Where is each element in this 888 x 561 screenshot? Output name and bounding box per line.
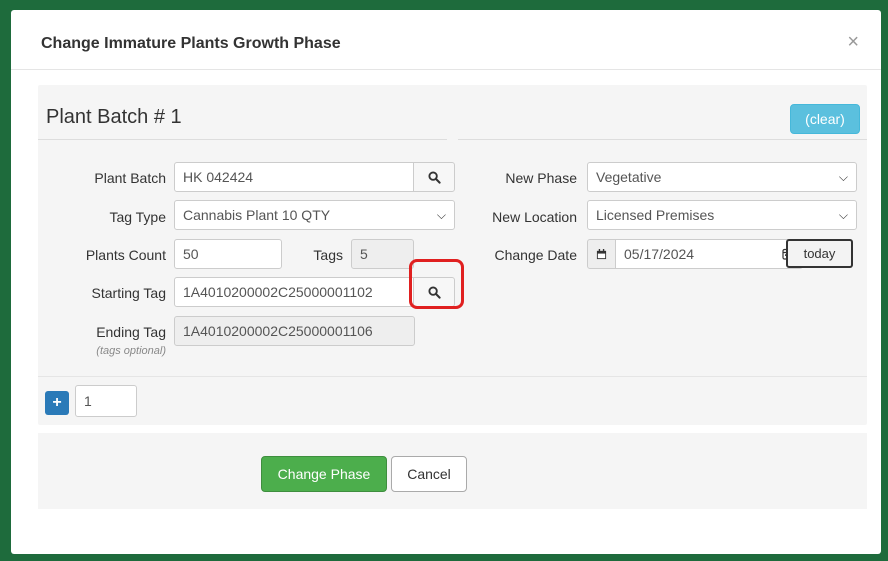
- plants-count-label: Plants Count: [85, 247, 166, 263]
- search-icon: [427, 170, 441, 184]
- highlight-box: [409, 259, 464, 309]
- add-batch-row: + 1: [38, 376, 867, 425]
- chevron-down-icon: ⌵: [838, 170, 848, 184]
- tags-optional-note: (tags optional): [96, 345, 166, 357]
- change-date-input[interactable]: 05/17/2024: [615, 239, 803, 269]
- modal-title: Change Immature Plants Growth Phase: [41, 35, 341, 52]
- ending-tag-field: 1A4010200002C25000001106: [174, 316, 415, 346]
- chevron-down-icon: ⌵: [436, 208, 446, 222]
- modal-footer: Change Phase Cancel: [38, 433, 867, 509]
- batch-count-input[interactable]: 1: [75, 385, 137, 417]
- tag-type-label: Tag Type: [109, 209, 166, 225]
- plant-batch-input[interactable]: HK 042424: [174, 162, 414, 192]
- new-location-label: New Location: [492, 209, 577, 225]
- new-phase-label: New Phase: [505, 170, 577, 186]
- change-phase-button[interactable]: Change Phase: [261, 456, 387, 492]
- divider: [458, 139, 867, 140]
- ending-tag-label: Ending Tag: [96, 324, 166, 340]
- calendar-icon: [596, 248, 607, 259]
- starting-tag-input[interactable]: 1A4010200002C25000001102: [174, 277, 414, 307]
- tags-label: Tags: [313, 247, 343, 263]
- plant-batch-search-button[interactable]: [413, 162, 455, 192]
- plant-batch-panel: Plant Batch # 1 (clear) Plant Batch HK 0…: [38, 85, 867, 425]
- new-phase-select[interactable]: Vegetative ⌵: [587, 162, 857, 192]
- tag-type-value: Cannabis Plant 10 QTY: [183, 207, 331, 223]
- starting-tag-label: Starting Tag: [91, 285, 166, 301]
- batch-title: Plant Batch # 1: [46, 106, 182, 128]
- change-date-value: 05/17/2024: [624, 246, 695, 262]
- clear-button[interactable]: (clear): [790, 104, 860, 134]
- today-button[interactable]: today: [786, 239, 853, 268]
- add-batch-button[interactable]: +: [45, 391, 69, 415]
- modal-dialog: Change Immature Plants Growth Phase × Pl…: [11, 10, 881, 554]
- tag-type-select[interactable]: Cannabis Plant 10 QTY ⌵: [174, 200, 455, 230]
- calendar-addon: [587, 239, 616, 269]
- cancel-button[interactable]: Cancel: [391, 456, 467, 492]
- divider: [38, 139, 447, 140]
- new-phase-value: Vegetative: [596, 169, 662, 185]
- plant-batch-label: Plant Batch: [94, 170, 166, 186]
- new-location-value: Licensed Premises: [596, 207, 715, 223]
- new-location-select[interactable]: Licensed Premises ⌵: [587, 200, 857, 230]
- change-date-label: Change Date: [494, 247, 577, 263]
- tags-count-field: 5: [351, 239, 414, 269]
- close-icon[interactable]: ×: [847, 32, 859, 52]
- modal-header: Change Immature Plants Growth Phase ×: [11, 10, 881, 70]
- chevron-down-icon: ⌵: [838, 208, 848, 222]
